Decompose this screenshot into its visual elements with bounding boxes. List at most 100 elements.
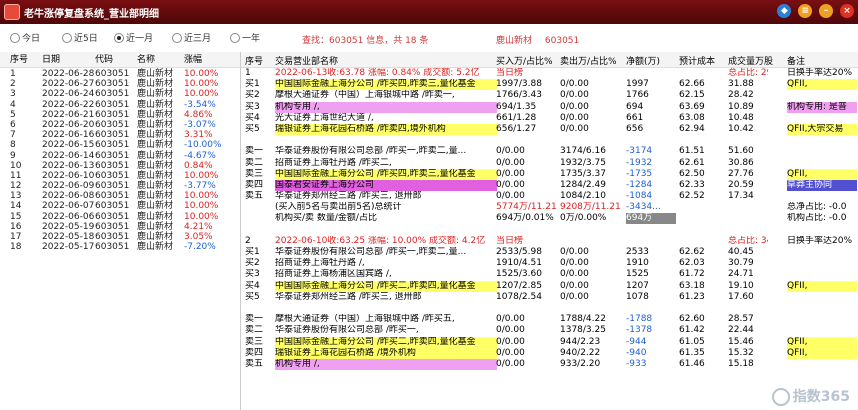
cell-name: 招商证券上海杨浦区国宾路 /, xyxy=(275,269,392,280)
table-row[interactable]: 18 2022-05-17 603051 鹿山新材 -7.20% xyxy=(0,241,240,252)
table-row[interactable] xyxy=(241,225,858,236)
table-row[interactable]: 2 2022-06-27 603051 鹿山新材 10.00% xyxy=(0,78,240,89)
table-row[interactable]: 7 2022-06-16 603051 鹿山新材 3.31% xyxy=(0,129,240,140)
period-5day-radio[interactable]: 近5日 xyxy=(62,32,98,45)
table-row[interactable]: 卖四 国泰君安证券上海分公司 0/0.00 1284/2.49 -1284 62.33 20… xyxy=(241,179,858,191)
period-3month-radio[interactable]: 近三月 xyxy=(172,32,211,45)
cell-buy: 2533/5.98 xyxy=(496,247,542,257)
table-row[interactable]: 16 2022-05-19 603051 鹿山新材 4.21% xyxy=(0,221,240,232)
cell-net: -1378 xyxy=(626,325,653,336)
radio-icon xyxy=(10,32,20,43)
table-row[interactable] xyxy=(241,303,858,314)
table-row[interactable]: 买1 中国国际金融上海分公司 /昨买四,昨卖三,量化基金 1997/3.88 0/0.… xyxy=(241,79,858,91)
cell-buy: 0/0.00 xyxy=(496,179,525,190)
table-row[interactable]: 卖三 中国国际金融上海分公司 /昨买二,昨卖四,量化基金 0/0.00 944/2.2… xyxy=(241,336,858,348)
col-buy[interactable]: 买入万/占比% xyxy=(496,54,556,67)
cell-note xyxy=(787,314,857,325)
col-note[interactable]: 备注 xyxy=(787,54,857,67)
table-row[interactable]: 15 2022-06-06 603051 鹿山新材 10.00% xyxy=(0,211,240,222)
menu-icon[interactable]: ≡ xyxy=(798,4,813,18)
col-volume[interactable]: 成交量万股 xyxy=(728,54,773,67)
window-title: 老牛涨停复盘系统_营业部明细 xyxy=(24,9,159,20)
minimize-icon[interactable]: – xyxy=(819,4,834,18)
table-row[interactable]: 买3 机构专用 /, 694/1.35 0/0.00 694 63.69 10.89 机构专用… xyxy=(241,101,858,113)
cell-name: 机构专用 /, xyxy=(275,358,497,370)
cell-sell: 0/0.00 xyxy=(560,90,589,101)
table-row[interactable]: 3 2022-06-24 603051 鹿山新材 10.00% xyxy=(0,88,240,99)
table-row[interactable]: 13 2022-06-08 603051 鹿山新材 10.00% xyxy=(0,190,240,201)
table-row[interactable]: 买4 光大证券上海世纪大道 /, 661/1.28 0/0.00 661 63.08 10.… xyxy=(241,113,858,124)
cell-cost: 63.69 xyxy=(679,101,705,112)
table-row[interactable]: 买4 中国国际金融上海分公司 /昨买二,昨卖四,量化基金 1207/2.85 0/0.… xyxy=(241,280,858,292)
cell-name: 光大证券上海世纪大道 /, xyxy=(275,112,374,123)
table-row[interactable]: 1 2022-06-13收:63.78 涨幅: 0.84% 成交额: 5.2亿 当日… xyxy=(241,68,858,79)
col-code[interactable]: 代码 xyxy=(95,54,113,66)
right-table-body: 1 2022-06-13收:63.78 涨幅: 0.84% 成交额: 5.2亿 当日… xyxy=(241,68,858,370)
table-row[interactable]: 1 2022-06-28 603051 鹿山新材 10.00% xyxy=(0,68,240,79)
col-name[interactable]: 名称 xyxy=(137,54,155,66)
cell-seq xyxy=(245,135,271,146)
cell-note xyxy=(787,146,857,157)
cell-vol: 10.48 xyxy=(728,112,754,123)
table-row[interactable]: 买3 招商证券上海杨浦区国宾路 /, 1525/3.60 0/0.00 1525 61.7… xyxy=(241,269,858,280)
skin-icon[interactable]: ◆ xyxy=(777,4,792,18)
cell-cost: 62.52 xyxy=(679,191,705,202)
table-row[interactable]: 买5 瑞银证券上海花园石桥路 /昨卖四,境外机构 656/1.27 0/0.00 656… xyxy=(241,123,858,135)
col-seq[interactable]: 序号 xyxy=(10,54,28,66)
col-net[interactable]: 净额(万) xyxy=(626,54,676,67)
table-row[interactable]: 8 2022-06-15 603051 鹿山新材 -10.00% xyxy=(0,139,240,150)
table-row[interactable]: 买2 招商证券上海牡丹路 /, 1910/4.51 0/0.00 1910 62.03 30… xyxy=(241,258,858,269)
table-row[interactable]: 卖一 华泰证券股份有限公司总部 /昨买一,昨卖二,量... 0/0.00 3174/6… xyxy=(241,146,858,157)
table-row[interactable]: (买入前5名与卖出前5名)总统计 5774万/11.21 9208万/11.21 -3… xyxy=(241,202,858,213)
table-row[interactable]: 卖三 中国国际金融上海分公司 /昨买四,昨卖三,量化基金 0/0.00 1735/3.… xyxy=(241,168,858,180)
close-icon[interactable]: × xyxy=(840,4,854,18)
col-broker[interactable]: 交易营业部名称 xyxy=(275,54,497,67)
table-row[interactable]: 5 2022-06-21 603051 鹿山新材 4.86% xyxy=(0,109,240,120)
cell-name: 招商证券上海牡丹路 /, xyxy=(275,258,365,269)
cell-name: 中国国际金融上海分公司 /昨买二,昨卖四,量化基金 xyxy=(275,280,497,292)
period-today-radio[interactable]: 今日 xyxy=(10,32,40,45)
table-row[interactable]: 卖五 华泰证券郑州经三路 /昨买三, 退卅郎 0/0.00 1084/2.10 -108… xyxy=(241,191,858,202)
cell-seq: 买3 xyxy=(245,101,260,112)
cell-cost: 61.23 xyxy=(679,291,705,302)
table-row[interactable]: 买1 华泰证券股份有限公司总部 /昨买一,昨卖二,量... 2533/5.98 0/0… xyxy=(241,247,858,258)
period-1month-radio[interactable]: 近一月 xyxy=(114,32,153,45)
stock-code: 603051 xyxy=(544,36,580,46)
col-date[interactable]: 日期 xyxy=(42,54,60,66)
table-row[interactable]: 14 2022-06-07 603051 鹿山新材 10.00% xyxy=(0,200,240,211)
cell-net: 1997 xyxy=(626,79,649,90)
cell-name: 国泰君安证券上海分公司 xyxy=(275,179,497,191)
cell-note: 机构专用: 是普 xyxy=(787,101,857,113)
table-row[interactable]: 9 2022-06-14 603051 鹿山新材 -4.67% xyxy=(0,150,240,161)
watermark: 指数365 xyxy=(771,386,850,406)
cell-cost: 62.62 xyxy=(679,247,705,257)
col-seq[interactable]: 序号 xyxy=(245,54,271,67)
table-row[interactable]: 卖二 招商证券上海牡丹路 /昨买二, 0/0.00 1932/3.75 -1932 62.… xyxy=(241,158,858,169)
cell-name: 摩根大通证券（中国）上海银城中路 /昨卖一, xyxy=(275,90,455,101)
table-row[interactable]: 买2 摩根大通证券（中国）上海银城中路 /昨卖一, 1766/3.43 0/0.00 1… xyxy=(241,90,858,101)
cell-name: 瑞银证券上海花园石桥路 /昨卖四,境外机构 xyxy=(275,123,497,135)
cell-buy: 当日榜 xyxy=(496,235,524,246)
col-sell[interactable]: 卖出万/占比% xyxy=(560,54,624,67)
table-row[interactable]: 11 2022-06-10 603051 鹿山新材 10.00% xyxy=(0,170,240,181)
table-row[interactable]: 4 2022-06-22 603051 鹿山新材 -3.54% xyxy=(0,99,240,110)
cell-sell: 1378/3.25 xyxy=(560,325,606,336)
table-row[interactable]: 卖一 摩根大通证券（中国）上海银城中路 /昨买五, 0/0.00 1788/4.22 -… xyxy=(241,314,858,325)
table-row[interactable]: 2 2022-06-10收:63.25 涨幅: 10.00% 成交额: 4.2亿当… xyxy=(241,236,858,247)
col-cost[interactable]: 预计成本 xyxy=(679,54,719,67)
table-row[interactable]: 买5 华泰证券郑州经三路 /昨买三, 退卅郎 1078/2.54 0/0.00 1078… xyxy=(241,292,858,303)
table-row[interactable] xyxy=(241,135,858,146)
cell-seq: 买2 xyxy=(245,258,260,269)
cell-cost xyxy=(679,135,719,146)
period-1year-radio[interactable]: 一年 xyxy=(230,32,260,45)
table-row[interactable]: 6 2022-06-20 603051 鹿山新材 -3.07% xyxy=(0,119,240,130)
table-row[interactable]: 机构买/卖 数量/金额/占比 694万/0.01% 0万/0.00% 694万 机构占比… xyxy=(241,213,858,225)
table-row[interactable]: 卖二 华泰证券股份有限公司总部 /昨买一, 0/0.00 1378/3.25 -1378… xyxy=(241,325,858,336)
table-row[interactable]: 卖五 机构专用 /, 0/0.00 933/2.20 -933 61.46 15.18 xyxy=(241,358,858,370)
table-row[interactable]: 17 2022-05-18 603051 鹿山新材 3.05% xyxy=(0,231,240,242)
col-change[interactable]: 涨幅 xyxy=(184,54,202,66)
table-row[interactable]: 10 2022-06-13 603051 鹿山新材 0.84% xyxy=(0,160,240,171)
cell-note xyxy=(787,135,857,146)
table-row[interactable]: 12 2022-06-09 603051 鹿山新材 -3.77% xyxy=(0,180,240,191)
table-row[interactable]: 卖四 瑞银证券上海花园石桥路 /境外机构 0/0.00 940/2.22 -940 61.… xyxy=(241,347,858,359)
